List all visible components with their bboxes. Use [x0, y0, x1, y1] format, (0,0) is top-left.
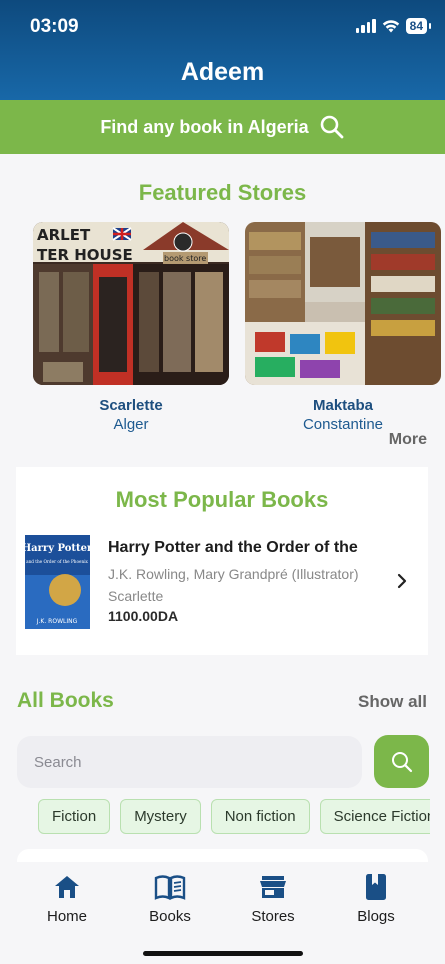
tab-label: Stores	[251, 908, 295, 925]
chevron-right-icon	[397, 573, 407, 589]
chip-non-fiction[interactable]: Non fiction	[210, 799, 310, 834]
cover-subtitle: and the Order of the Phoenix	[26, 559, 88, 564]
search-icon	[320, 115, 344, 139]
tab-blogs[interactable]: Blogs	[331, 872, 421, 925]
book-price: 1100.00DA	[108, 608, 179, 624]
home-indicator	[143, 951, 303, 956]
tab-label: Home	[46, 908, 87, 925]
all-books-title: All Books	[17, 689, 114, 712]
bookmark-book-icon	[366, 874, 386, 900]
search-icon	[391, 751, 412, 772]
book-list-item[interactable]: Harry Potter and the Order of the Phoeni…	[25, 535, 420, 629]
book-open-icon	[154, 875, 186, 900]
tab-label: Books	[149, 908, 191, 925]
tab-stores[interactable]: Stores	[228, 872, 318, 925]
featured-stores-carousel[interactable]: ARLET TER HOUSE book store Scarlette Alg…	[33, 222, 445, 432]
store-small-sign: book store	[164, 254, 206, 263]
svg-text:ARLET: ARLET	[37, 226, 91, 244]
cover-title: Harry Potter	[25, 543, 90, 554]
app-header: 03:09 84 Adeem	[0, 0, 445, 100]
store-image-maktaba	[245, 222, 441, 385]
bottom-tab-bar: Home Books Stores Blogs	[0, 862, 445, 964]
svg-text:TER HOUSE: TER HOUSE	[37, 246, 133, 264]
show-all-link[interactable]: Show all	[358, 692, 427, 712]
store-city: Alger	[113, 416, 149, 432]
search-button[interactable]	[374, 735, 429, 788]
wifi-icon	[382, 20, 399, 33]
chip-science-fiction[interactable]: Science Fiction	[319, 799, 430, 834]
status-icons: 84	[355, 18, 432, 34]
home-icon	[55, 876, 79, 898]
store-icon	[260, 876, 286, 898]
book-title: Harry Potter and the Order of the	[108, 539, 358, 556]
store-name: Scarlette	[99, 397, 163, 414]
store-card-maktaba[interactable]: Maktaba Constantine	[245, 222, 441, 432]
book-cover: Harry Potter and the Order of the Phoeni…	[25, 535, 90, 629]
store-name: Maktaba	[312, 397, 374, 414]
book-author: J.K. Rowling, Mary Grandpré (Illustrator…	[108, 566, 359, 582]
store-card-scarlette[interactable]: ARLET TER HOUSE book store Scarlette Alg…	[33, 222, 229, 432]
book-store: Scarlette	[108, 588, 164, 604]
battery-icon: 84	[405, 18, 432, 34]
tab-home[interactable]: Home	[22, 872, 112, 925]
find-book-label: Find any book in Algeria	[100, 116, 309, 137]
store-city: Constantine	[302, 416, 384, 432]
status-time: 03:09	[30, 16, 79, 37]
chip-fiction[interactable]: Fiction	[38, 799, 111, 834]
store-image-scarlette: ARLET TER HOUSE book store	[33, 222, 229, 385]
tab-label: Blogs	[357, 908, 395, 925]
category-chips: Fiction Mystery Non fiction Science Fiction	[38, 799, 430, 837]
more-stores-link[interactable]: More	[389, 431, 427, 449]
find-book-banner[interactable]: Find any book in Algeria	[0, 100, 445, 154]
popular-books-section: Most Popular Books Harry Potter and the …	[16, 467, 428, 655]
cellular-signal-icon	[355, 19, 376, 33]
chip-mystery[interactable]: Mystery	[120, 799, 201, 834]
cover-author: J.K. ROWLING	[36, 618, 78, 625]
app-title: Adeem	[180, 58, 265, 86]
tab-books[interactable]: Books	[125, 872, 215, 925]
popular-books-title: Most Popular Books	[115, 487, 329, 512]
search-input[interactable]	[17, 736, 362, 788]
featured-stores-title: Featured Stores	[138, 180, 307, 205]
